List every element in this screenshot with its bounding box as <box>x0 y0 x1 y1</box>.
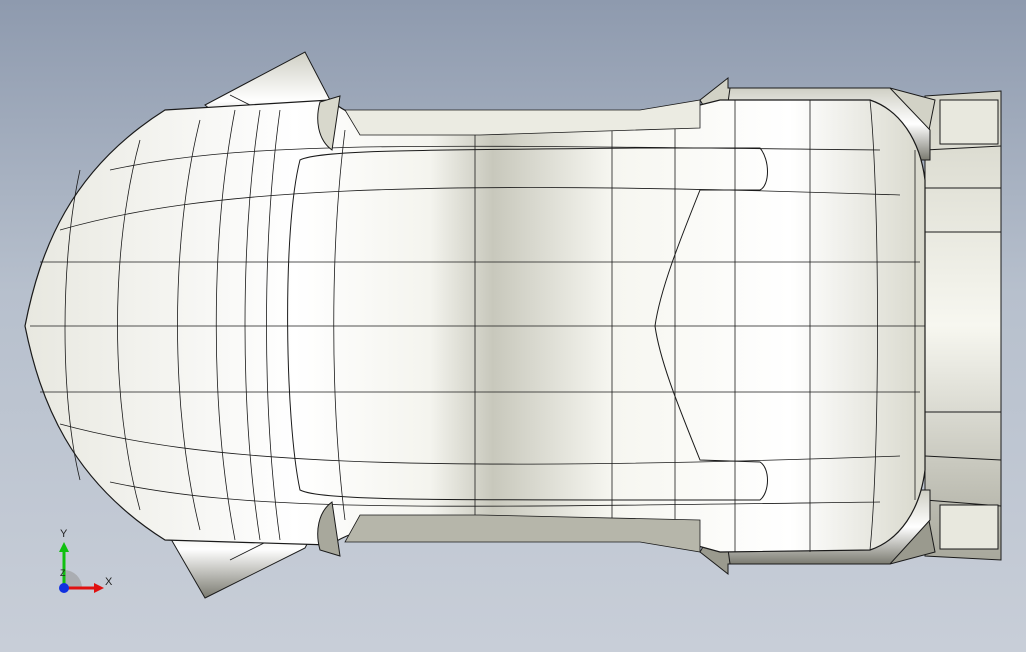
z-axis-dot <box>59 583 69 593</box>
z-axis-label: Z <box>60 568 66 578</box>
x-axis-label: X <box>105 576 113 588</box>
coordinate-triad: Y X Z <box>50 528 120 600</box>
rear-bumper[interactable] <box>924 90 1002 561</box>
triad-graphic <box>59 542 104 593</box>
left-side-skirt[interactable] <box>344 99 701 136</box>
cad-viewport[interactable]: Y X Z <box>0 0 1026 652</box>
right-side-skirt[interactable] <box>344 514 701 553</box>
car-body-model[interactable] <box>0 0 1026 652</box>
y-axis-label: Y <box>60 528 68 540</box>
